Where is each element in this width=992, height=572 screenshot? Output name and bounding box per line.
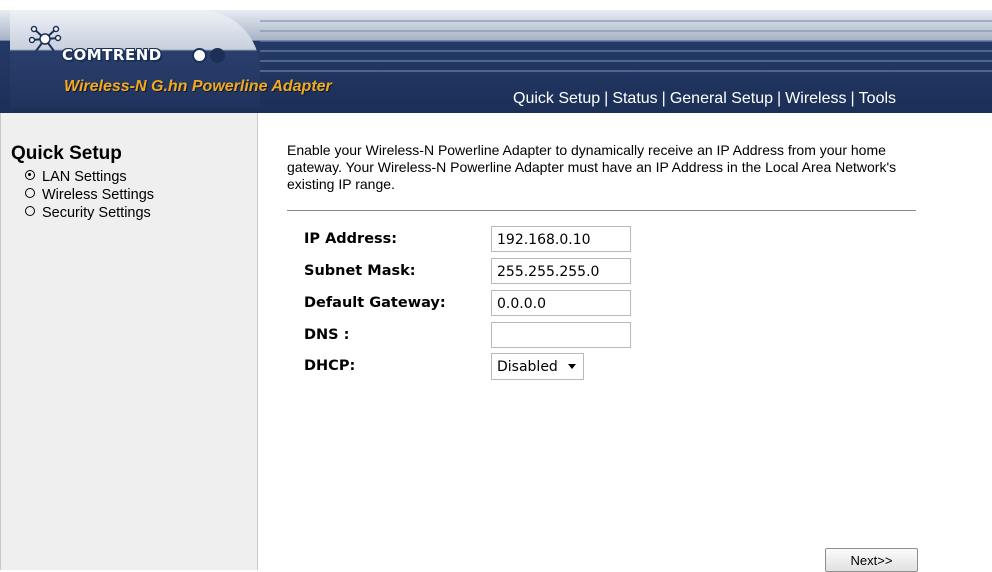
default-gateway-input[interactable]: 0.0.0.0 (491, 290, 631, 316)
logo-text: COMTREND (62, 46, 162, 64)
sidebar-item-security-settings[interactable]: Security Settings (25, 205, 151, 221)
radio-unselected-icon (25, 188, 35, 198)
sidebar-item-lan-settings[interactable]: LAN Settings (25, 169, 127, 185)
sidebar-item-label: Wireless Settings (42, 187, 155, 203)
header-banner: COMTREND Wireless-N G.hn Powerline Adapt… (0, 0, 992, 113)
nav-wireless[interactable]: Wireless (785, 90, 846, 107)
nav-tools[interactable]: Tools (859, 90, 896, 107)
radio-selected-icon (25, 170, 35, 180)
sidebar: Quick Setup LAN Settings Wireless Settin… (0, 113, 258, 570)
dhcp-label: DHCP: (304, 358, 356, 374)
logo-circles-icon (192, 47, 228, 65)
nav-general-setup[interactable]: General Setup (670, 90, 773, 107)
dhcp-select[interactable]: Disabled (491, 353, 584, 380)
dhcp-selected-value: Disabled (497, 359, 558, 375)
main-content: Enable your Wireless-N Powerline Adapter… (258, 113, 992, 572)
product-name: Wireless-N G.hn Powerline Adapter (64, 78, 332, 95)
header-stripes (260, 14, 992, 78)
subnet-mask-label: Subnet Mask: (304, 263, 416, 279)
dns-label: DNS : (304, 327, 350, 343)
intro-text: Enable your Wireless-N Powerline Adapter… (287, 142, 897, 192)
default-gateway-label: Default Gateway: (304, 295, 446, 311)
sidebar-item-wireless-settings[interactable]: Wireless Settings (25, 187, 154, 203)
ip-address-label: IP Address: (304, 231, 398, 247)
subnet-mask-input[interactable]: 255.255.255.0 (491, 258, 631, 284)
dns-input[interactable] (491, 322, 631, 348)
nav-quick-setup[interactable]: Quick Setup (513, 90, 600, 107)
logo-swirl-icon (28, 25, 62, 52)
next-button[interactable]: Next>> (825, 548, 918, 572)
sidebar-item-label: Security Settings (42, 205, 151, 221)
ip-address-input[interactable]: 192.168.0.10 (491, 226, 631, 252)
nav-status[interactable]: Status (612, 90, 657, 107)
top-nav: Quick Setup | Status | General Setup | Wireles… (513, 90, 897, 107)
radio-unselected-icon (25, 206, 35, 216)
sidebar-item-label: LAN Settings (42, 169, 127, 185)
sidebar-title: Quick Setup (11, 143, 122, 164)
divider (287, 210, 916, 211)
chevron-down-icon (568, 364, 576, 369)
